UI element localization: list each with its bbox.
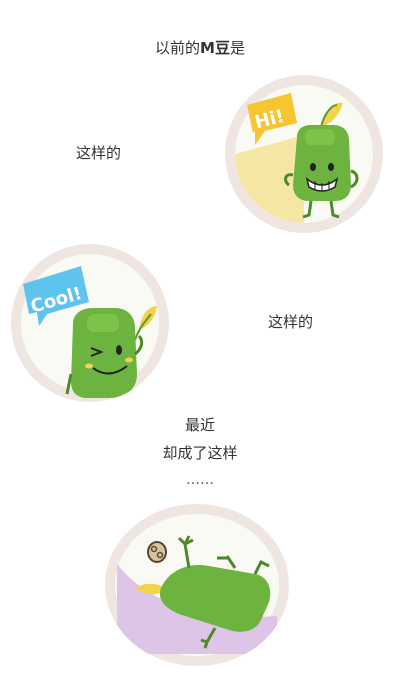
brand-name: M豆 [200,39,230,57]
crumb-icon [147,541,167,563]
illustration-cool-bean: Cool! [11,244,169,402]
intro-line: 以前的M豆是 [0,38,400,58]
recent-label: 最近 [184,416,215,434]
intro-suffix: 是 [229,39,245,57]
caption-first: 这样的 [76,144,122,162]
intro-prefix: 以前的 [155,39,201,57]
caption-second: 这样的 [268,313,314,331]
illustration-hi-bean: Hi! [225,75,383,233]
illustration-fallen-bean [105,504,289,666]
ellipsis-label: …… [186,472,214,488]
became-label: 却成了这样 [162,444,238,462]
